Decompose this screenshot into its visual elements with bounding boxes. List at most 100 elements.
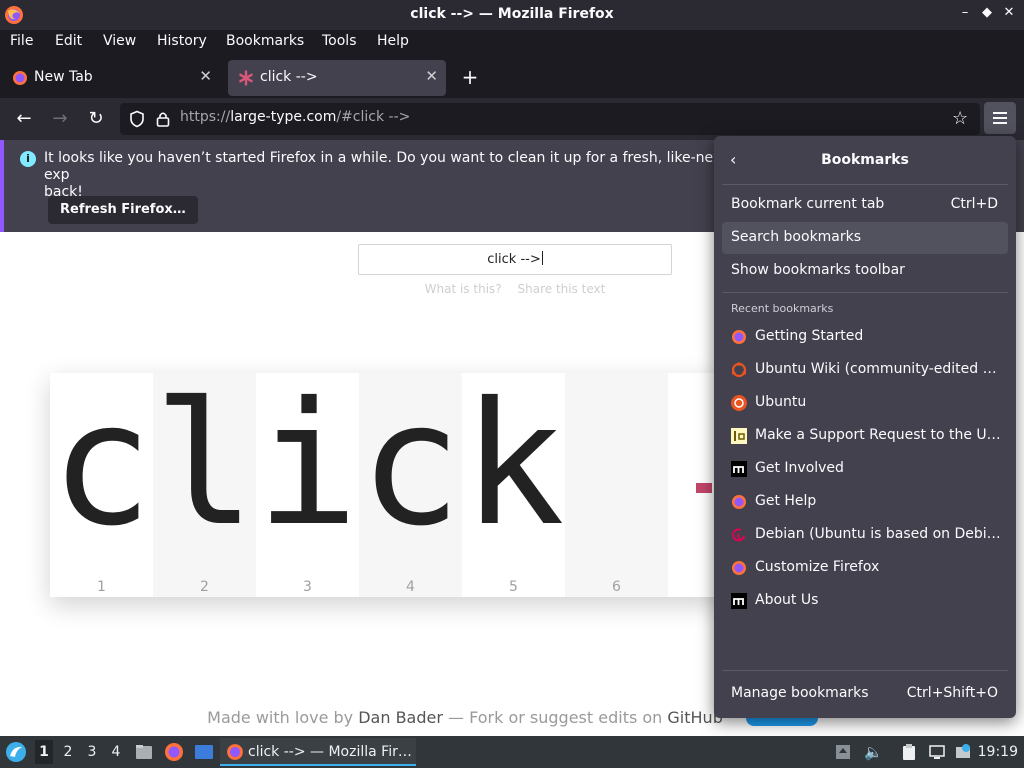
footer-mid: — Fork or suggest edits on: [442, 708, 668, 727]
bookmark-item[interactable]: Get Help: [722, 485, 1008, 518]
bookmark-item[interactable]: Get Involved: [722, 452, 1008, 485]
show-bookmarks-toolbar-item[interactable]: Show bookmarks toolbar: [722, 255, 1008, 287]
bookmark-item[interactable]: Make a Support Request to the Ubuntu Com…: [722, 419, 1008, 452]
char-index: 5: [509, 579, 518, 595]
bookmark-label: Get Involved: [755, 460, 844, 476]
char-index: 1: [97, 579, 106, 595]
menu-edit[interactable]: Edit: [55, 33, 82, 49]
tracking-shield-icon[interactable]: [128, 110, 146, 128]
menu-bar: File Edit View History Bookmarks Tools H…: [0, 30, 1024, 56]
lock-icon[interactable]: [154, 110, 172, 128]
bookmark-label: Ubuntu Wiki (community-edited website): [755, 361, 1005, 377]
taskbar-firefox-window[interactable]: click --> — Mozilla Fir…: [220, 738, 416, 766]
workspace-1[interactable]: 1: [35, 740, 53, 764]
bookmark-item[interactable]: Debian (Ubuntu is based on Debian): [722, 518, 1008, 551]
debian-icon: [732, 528, 745, 542]
bookmark-item[interactable]: Customize Firefox: [722, 551, 1008, 584]
bookmark-label: Ubuntu: [755, 394, 807, 410]
firefox-icon: [732, 561, 746, 575]
url-scheme: https://: [180, 109, 231, 125]
minimize-icon[interactable]: –: [958, 5, 972, 20]
updates-icon[interactable]: [834, 743, 852, 761]
desktop-icon[interactable]: [194, 742, 214, 762]
manage-bookmarks-item[interactable]: Manage bookmarks Ctrl+Shift+O: [722, 678, 1008, 710]
tab-label: click -->: [260, 69, 318, 85]
author-link[interactable]: Dan Bader: [358, 708, 443, 727]
bookmark-item[interactable]: Ubuntu: [722, 386, 1008, 419]
mozilla-icon: [731, 461, 747, 477]
app-menu-button[interactable]: [984, 102, 1016, 134]
close-tab-icon[interactable]: ✕: [199, 67, 212, 85]
task-label: click --> — Mozilla Fir…: [248, 744, 412, 760]
asterisk-favicon-icon: [239, 70, 253, 86]
char-cell: 6: [565, 373, 668, 597]
bookmark-item[interactable]: Getting Started: [722, 320, 1008, 353]
launchpad-icon: [731, 428, 747, 444]
char-glyph: l: [153, 366, 256, 564]
forward-arrow-icon[interactable]: →: [49, 108, 71, 130]
firefox-icon: [227, 744, 243, 760]
tab-label: New Tab: [34, 69, 93, 85]
char-cell: i 3: [256, 373, 359, 597]
bookmark-current-tab-item[interactable]: Bookmark current tab Ctrl+D: [722, 189, 1008, 221]
menu-file[interactable]: File: [10, 33, 33, 49]
lubuntu-start-icon[interactable]: [5, 741, 27, 763]
item-label: Show bookmarks toolbar: [731, 262, 905, 278]
reload-icon[interactable]: ↻: [85, 108, 107, 130]
url-input[interactable]: https://large-type.com/#click -->: [180, 109, 940, 129]
workspace-4[interactable]: 4: [107, 744, 125, 760]
refresh-firefox-button[interactable]: Refresh Firefox…: [48, 196, 198, 224]
new-tab-button[interactable]: +: [458, 65, 482, 89]
menu-tools[interactable]: Tools: [322, 33, 357, 49]
file-manager-icon[interactable]: [134, 742, 154, 762]
item-shortcut: Ctrl+Shift+O: [906, 685, 998, 701]
mozilla-icon: [731, 593, 747, 609]
char-index: 3: [303, 579, 312, 595]
tab-click[interactable]: click --> ✕: [228, 60, 446, 96]
workspace-3[interactable]: 3: [83, 744, 101, 760]
menu-history[interactable]: History: [157, 33, 207, 49]
char-index: 4: [406, 579, 415, 595]
char-cell: k 5: [462, 373, 565, 597]
menu-view[interactable]: View: [103, 33, 136, 49]
menu-help[interactable]: Help: [377, 33, 409, 49]
search-bookmarks-item[interactable]: Search bookmarks: [722, 222, 1008, 254]
back-arrow-icon[interactable]: ←: [13, 108, 35, 130]
bookmark-item[interactable]: Ubuntu Wiki (community-edited website): [722, 353, 1008, 386]
divider: [722, 292, 1008, 293]
workspace-2[interactable]: 2: [59, 744, 77, 760]
clipboard-icon[interactable]: [900, 743, 918, 761]
tab-new-tab[interactable]: New Tab ✕: [2, 60, 220, 96]
network-icon[interactable]: [928, 743, 946, 761]
close-tab-icon[interactable]: ✕: [425, 67, 438, 85]
tab-strip: New Tab ✕ click --> ✕ +: [0, 58, 1024, 98]
window-titlebar: click --> — Mozilla Firefox – ◆ ✕: [0, 0, 1024, 30]
char-cell: c 4: [359, 373, 462, 597]
firefox-icon: [13, 71, 27, 85]
large-type-input[interactable]: click -->: [358, 244, 672, 275]
ubuntu-icon: [731, 395, 747, 411]
what-is-this-link[interactable]: What is this?: [425, 282, 502, 296]
system-taskbar: 1 2 3 4 click --> — Mozilla Fir… 🔈 19:19: [0, 736, 1024, 768]
maximize-icon[interactable]: ◆: [980, 5, 994, 20]
url-path: /#click -->: [336, 109, 411, 125]
bookmark-label: Debian (Ubuntu is based on Debian): [755, 526, 1005, 542]
bookmark-item[interactable]: About Us: [722, 584, 1008, 617]
volume-icon[interactable]: 🔈: [864, 743, 883, 761]
ubuntu-icon: [731, 362, 747, 378]
menu-bookmarks[interactable]: Bookmarks: [226, 33, 304, 49]
url-bar[interactable]: https://large-type.com/#click --> ☆: [120, 103, 980, 135]
notification-info-icon[interactable]: [954, 743, 972, 761]
divider: [722, 670, 1008, 671]
window-title: click --> — Mozilla Firefox: [410, 6, 614, 22]
bookmark-star-icon[interactable]: ☆: [952, 108, 972, 129]
close-window-icon[interactable]: ✕: [1002, 5, 1016, 20]
firefox-icon: [732, 330, 746, 344]
info-icon: i: [20, 151, 36, 167]
recent-bookmarks-header: Recent bookmarks: [731, 302, 834, 315]
char-index: 6: [612, 579, 621, 595]
firefox-launcher-icon[interactable]: [164, 742, 184, 762]
hamburger-icon: [993, 112, 1007, 124]
share-text-link[interactable]: Share this text: [518, 282, 606, 296]
bookmark-label: About Us: [755, 592, 819, 608]
